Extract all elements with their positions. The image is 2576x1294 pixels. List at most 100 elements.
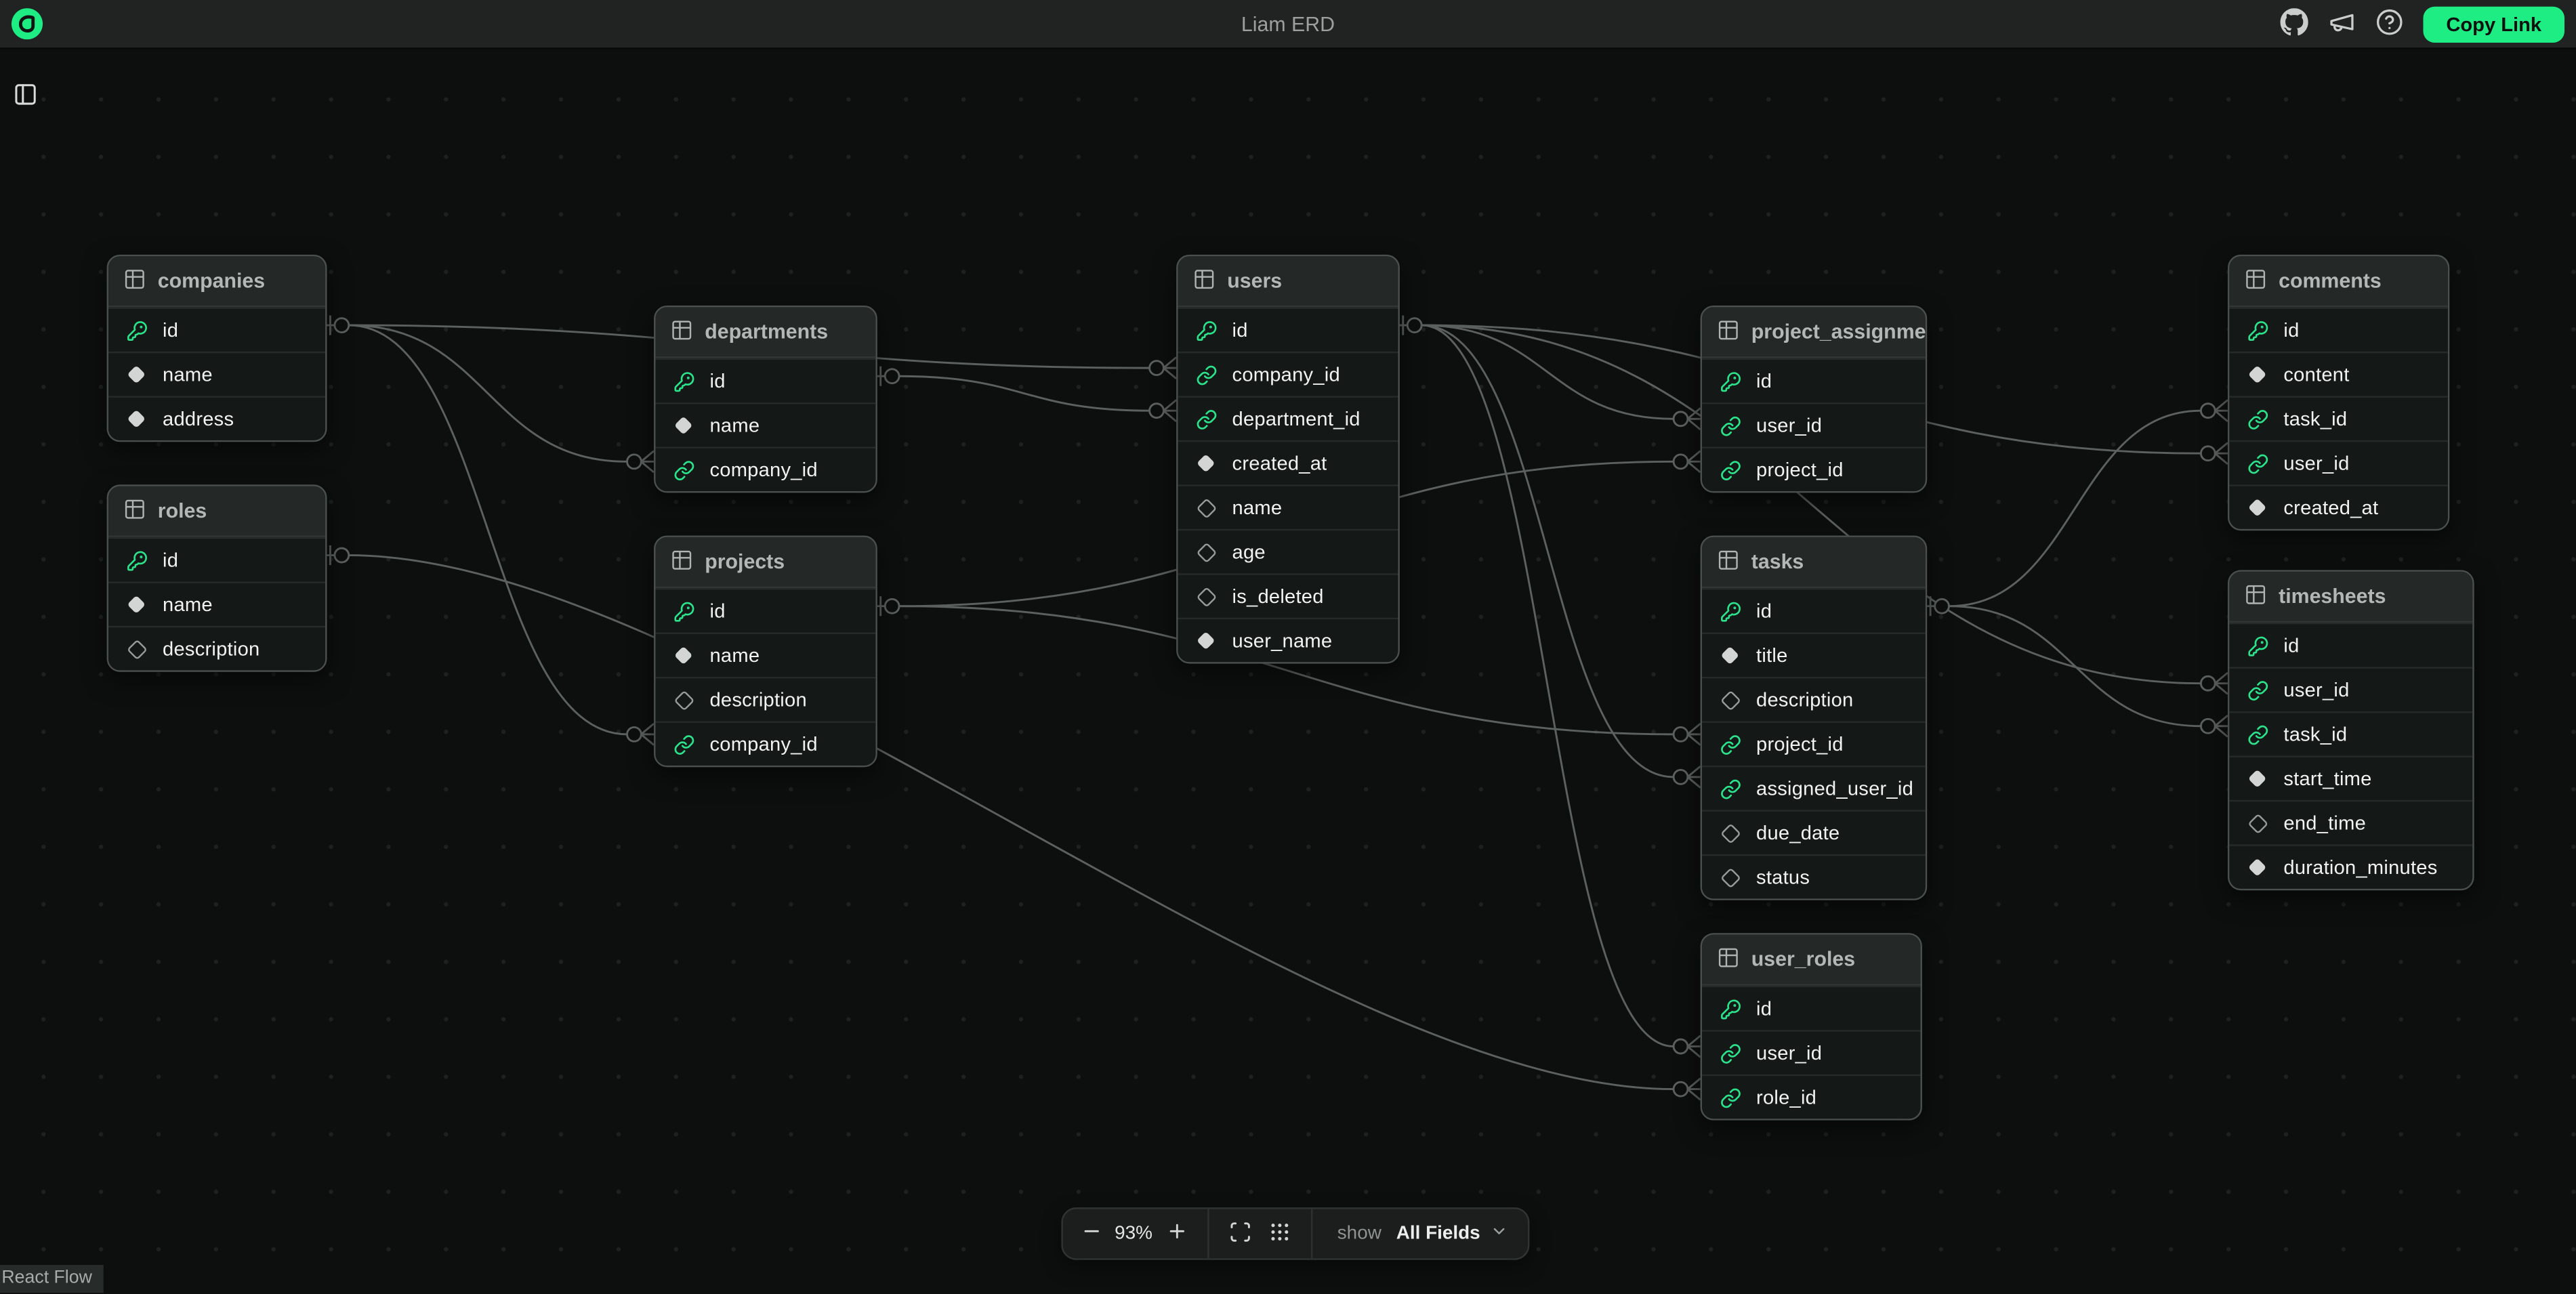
table-node-comments[interactable]: comments idcontenttask_iduser_idcreated_a… — [2228, 255, 2449, 530]
toolbar-divider — [1207, 1209, 1209, 1259]
zoom-in-button[interactable] — [1157, 1214, 1196, 1253]
table-node-companies[interactable]: companies idnameaddress — [107, 255, 327, 442]
table-field-tasks-description[interactable]: description — [1702, 677, 1926, 721]
table-field-timesheets-start_time[interactable]: start_time — [2229, 755, 2472, 799]
table-field-users-is_deleted[interactable]: is_deleted — [1178, 573, 1398, 617]
table-field-roles-name[interactable]: name — [108, 581, 325, 625]
cardinality-many-marker — [627, 724, 655, 745]
table-icon — [670, 548, 693, 576]
table-field-projects-name[interactable]: name — [655, 633, 875, 677]
table-field-users-company_id[interactable]: company_id — [1178, 352, 1398, 396]
diamond-filled-icon — [125, 363, 148, 386]
table-field-comments-user_id[interactable]: user_id — [2229, 440, 2447, 484]
table-field-user_roles-id[interactable]: id — [1702, 986, 1920, 1030]
table-field-companies-id[interactable]: id — [108, 307, 325, 351]
table-node-departments[interactable]: departmentsidnamecompany_id — [654, 306, 877, 493]
table-field-timesheets-task_id[interactable]: task_id — [2229, 711, 2472, 755]
table-field-roles-id[interactable]: id — [108, 537, 325, 581]
edge-users.id-tasks.assigned_user_id — [1421, 325, 1674, 777]
table-node-projects[interactable]: projectsidnamedescriptioncompany_id — [654, 535, 877, 767]
diamond-filled-icon — [1194, 629, 1218, 652]
table-field-projects-id[interactable]: id — [655, 588, 875, 632]
table-header: project_assignme... — [1702, 307, 1926, 358]
edge-companies.id-projects.company_id — [349, 325, 627, 734]
table-field-users-age[interactable]: age — [1178, 529, 1398, 573]
table-field-comments-created_at[interactable]: created_at — [2229, 484, 2447, 528]
help-button[interactable] — [2375, 9, 2405, 39]
table-field-users-department_id[interactable]: department_id — [1178, 396, 1398, 440]
table-field-projects-description[interactable]: description — [655, 677, 875, 721]
table-field-project_assignments-id[interactable]: id — [1702, 358, 1926, 402]
table-field-companies-address[interactable]: address — [108, 396, 325, 440]
table-node-tasks[interactable]: tasksidtitledescriptionproject_idassigne… — [1701, 535, 1928, 900]
table-field-users-id[interactable]: id — [1178, 307, 1398, 351]
table-node-project_assignments[interactable]: project_assignme...iduser_idproject_id — [1701, 306, 1928, 493]
table-node-user_roles[interactable]: user_rolesiduser_idrole_id — [1701, 933, 1922, 1120]
key-icon — [2246, 318, 2269, 341]
table-header: departments — [655, 307, 875, 358]
table-field-companies-name[interactable]: name — [108, 352, 325, 396]
tidy-up-button[interactable] — [1260, 1214, 1300, 1253]
edge-companies.id-departments.company_id — [349, 325, 627, 461]
table-field-user_roles-role_id[interactable]: role_id — [1702, 1074, 1920, 1119]
table-field-comments-id[interactable]: id — [2229, 307, 2447, 351]
table-node-users[interactable]: usersidcompany_iddepartment_idcreated_at… — [1176, 255, 1400, 664]
copy-link-button[interactable]: Copy Link — [2423, 5, 2564, 41]
fields-filter-dropdown[interactable]: All Fields — [1385, 1222, 1520, 1245]
table-field-user_roles-user_id[interactable]: user_id — [1702, 1030, 1920, 1074]
diamond-outline-icon — [672, 688, 695, 711]
link-icon — [1718, 732, 1741, 755]
cardinality-many-marker — [2201, 673, 2228, 694]
diamond-filled-icon — [1194, 452, 1218, 475]
cardinality-many-marker — [1674, 766, 1701, 788]
react-flow-attribution[interactable]: React Flow — [0, 1265, 104, 1293]
zoom-out-button[interactable] — [1071, 1214, 1110, 1253]
github-button[interactable] — [2281, 9, 2310, 39]
table-node-timesheets[interactable]: timesheetsiduser_idtask_idstart_timeend_… — [2228, 570, 2474, 890]
cardinality-many-marker — [1674, 451, 1701, 473]
table-field-projects-company_id[interactable]: company_id — [655, 721, 875, 765]
table-title: roles — [158, 499, 207, 522]
cardinality-many-marker — [2201, 400, 2228, 421]
table-field-timesheets-end_time[interactable]: end_time — [2229, 800, 2472, 844]
table-field-project_assignments-project_id[interactable]: project_id — [1702, 447, 1926, 491]
table-title: companies — [158, 270, 265, 293]
cardinality-one-marker — [874, 596, 899, 616]
table-title: comments — [2279, 270, 2382, 293]
table-field-roles-description[interactable]: description — [108, 626, 325, 670]
table-field-comments-task_id[interactable]: task_id — [2229, 396, 2447, 440]
edge-tasks.id-timesheets.task_id — [1949, 606, 2201, 726]
github-icon — [2281, 7, 2309, 40]
table-field-tasks-status[interactable]: status — [1702, 854, 1926, 898]
table-field-users-name[interactable]: name — [1178, 484, 1398, 528]
cardinality-many-marker — [1674, 1079, 1701, 1100]
table-field-timesheets-id[interactable]: id — [2229, 623, 2472, 667]
table-field-timesheets-duration_minutes[interactable]: duration_minutes — [2229, 844, 2472, 888]
table-field-timesheets-user_id[interactable]: user_id — [2229, 667, 2472, 711]
table-field-tasks-due_date[interactable]: due_date — [1702, 810, 1926, 854]
table-field-tasks-title[interactable]: title — [1702, 633, 1926, 677]
table-field-tasks-id[interactable]: id — [1702, 588, 1926, 632]
table-field-users-user_name[interactable]: user_name — [1178, 618, 1398, 662]
table-field-departments-id[interactable]: id — [655, 358, 875, 402]
table-node-roles[interactable]: roles idnamedescription — [107, 484, 327, 671]
table-field-tasks-assigned_user_id[interactable]: assigned_user_id — [1702, 766, 1926, 810]
link-icon — [1718, 459, 1741, 482]
table-field-departments-company_id[interactable]: company_id — [655, 447, 875, 491]
table-field-project_assignments-user_id[interactable]: user_id — [1702, 402, 1926, 446]
erd-canvas[interactable]: companiesidnameaddressrolesidnamedescrip… — [0, 47, 2576, 1294]
table-field-comments-content[interactable]: content — [2229, 352, 2447, 396]
sidebar-toggle-button[interactable] — [10, 82, 40, 112]
table-field-departments-name[interactable]: name — [655, 402, 875, 446]
table-title: user_roles — [1751, 948, 1855, 971]
table-field-tasks-project_id[interactable]: project_id — [1702, 721, 1926, 765]
diamond-filled-icon — [672, 414, 695, 437]
table-field-users-created_at[interactable]: created_at — [1178, 440, 1398, 484]
release-notes-button[interactable] — [2328, 9, 2358, 39]
fit-view-button[interactable] — [1221, 1214, 1260, 1253]
cardinality-many-marker — [2201, 442, 2228, 464]
key-icon — [1718, 997, 1741, 1020]
toolbar-divider — [1311, 1209, 1312, 1259]
table-icon — [2244, 583, 2267, 610]
table-icon — [1717, 318, 1740, 346]
